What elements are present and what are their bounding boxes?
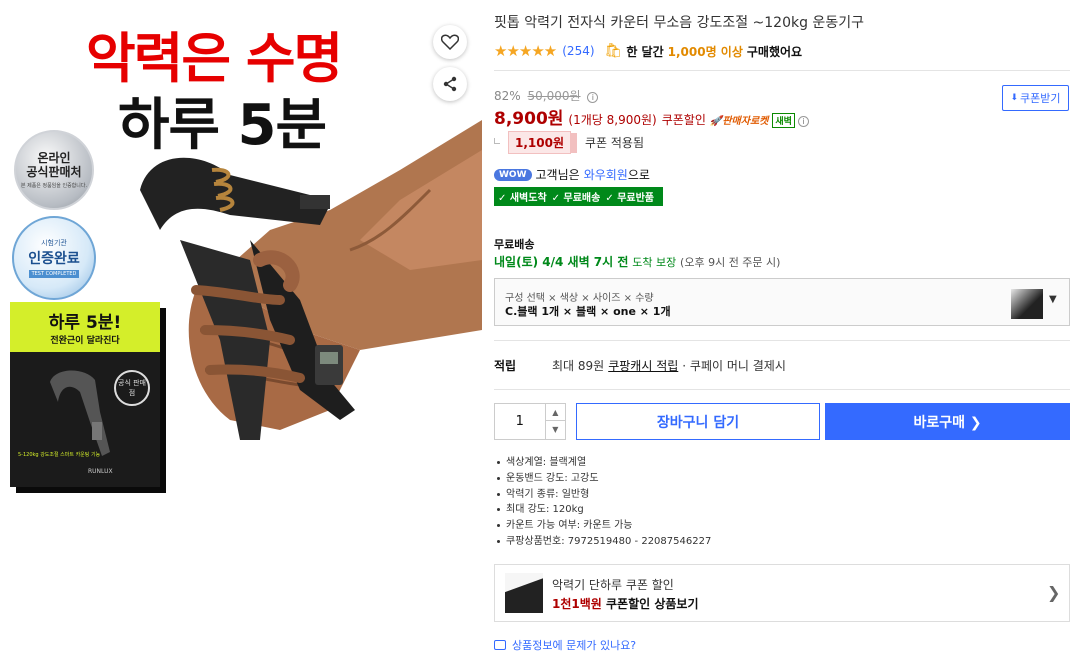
coupon-promo-banner[interactable]: 악력기 단하루 쿠폰 할인 1천1백원 쿠폰할인 상품보기 ❯ [494,564,1070,622]
dawn-delivery-badge: 새벽 [772,113,795,128]
official-badge-line1: 온라인 [37,151,71,165]
box-footnote: 5-120kg 강도조절 스마트 카운팅 기능 [18,452,101,458]
shipping-row: 내일(토) 4/4 새벽 7시 전 도착 보장 (오후 9시 전 주문 시) [494,253,780,270]
quantity-input[interactable]: 1 [495,404,546,439]
reward-amount: 최대 89원 [552,359,605,373]
promo-highlight: 1천1백원 [552,597,602,611]
divider [494,389,1070,390]
discount-rate: 82% [494,89,521,103]
product-title: 핏톱 악력기 전자식 카운터 무소음 강도조절 ~120kg 운동기구 [494,15,864,31]
promo-subtitle: 1천1백원 쿠폰할인 상품보기 [552,595,699,612]
benefit-free-shipping: ✓ 무료배송 [551,193,601,204]
share-icon [443,76,457,92]
certified-badge-top: 시험기관 [41,239,67,247]
original-price: 50,000원 [527,89,581,103]
divider [494,340,1070,341]
wow-member-link[interactable]: 와우회원 [584,166,628,183]
spec-item: 쿠팡상품번호: 7972519480 - 22087546227 [494,534,711,550]
info-icon[interactable]: i [797,116,809,127]
shipping-guarantee: 도착 보장 [632,256,677,269]
reward-label: 적립 [494,359,517,373]
shopping-bag-icon: 🛍 [604,43,623,59]
get-coupon-button[interactable]: ⬇ 쿠폰받기 [1002,85,1069,111]
report-issue-label: 상품정보에 문제가 있나요? [512,639,637,652]
coupon-chip-tail [571,132,577,153]
quantity-down-icon[interactable]: ▼ [546,421,565,438]
spec-item: 운동밴드 강도: 고강도 [494,471,711,487]
rating-row: ★★★★★ (254) 🛍 한 달간 1,000명 이상 구매했어요 [494,42,802,60]
promo-title: 악력기 단하루 쿠폰 할인 [552,578,674,592]
wishlist-button[interactable] [433,25,467,59]
report-issue-link[interactable]: 상품정보에 문제가 있나요? [494,637,636,653]
spec-list: 색상계열: 블랙계열 운동밴드 강도: 고강도 악력기 종류: 일반형 최대 강… [494,455,711,550]
wow-badge: WOW [494,168,532,181]
buy-now-button[interactable]: 바로구매 ❯ [825,403,1070,440]
coupon-applied-text: 쿠폰 적용됨 [585,136,645,150]
caret-down-icon: ▼ [1049,294,1057,305]
price-row: 8,900원 (1개당 8,900원) 쿠폰할인 🚀판매자로켓 새벽 i [494,104,809,129]
shipping-date: 내일(토) 4/4 새벽 7시 전 [494,255,629,269]
product-main-image[interactable]: 악력은 수명 하루 5분 온라인 공식판매처 본 제품은 정품임을 인증합니다.… [0,0,482,500]
box-subline: 전완근이 달라진다 [50,336,120,346]
option-value: C.블랙 1개 × 블랙 × one × 1개 [505,305,671,318]
unit-price: (1개당 8,900원) [568,113,657,127]
spec-item: 카운트 가능 여부: 카운트 가능 [494,518,711,534]
reward-row: 적립 최대 89원 쿠팡캐시 적립 · 쿠페이 머니 결제시 [494,357,1070,374]
quantity-up-icon[interactable]: ▲ [545,404,565,421]
sold-prefix: 한 달간 [626,44,664,59]
official-badge-small: 본 제품은 정품임을 인증합니다. [20,183,88,189]
wow-text-suffix: 으로 [627,168,650,182]
discount-row: 82% 50,000원 i [494,87,599,104]
rating-stars: ★★★★★ [494,42,557,60]
seller-rocket-label: 판매자로켓 [722,116,769,127]
option-thumbnail [1011,289,1043,319]
wow-text-prefix: 고객님은 [535,168,580,182]
seller-rocket-badge: 🚀판매자로켓 [709,116,769,127]
coupon-discount-label: 쿠폰할인 [661,113,706,127]
get-coupon-label: 쿠폰받기 [1020,92,1061,105]
certified-badge-main: 인증완료 [28,251,80,267]
heart-icon [441,34,459,50]
shipping-cutoff: (오후 9시 전 주문 시) [680,256,781,269]
spec-item: 최대 강도: 120kg [494,502,711,518]
spec-item: 악력기 종류: 일반형 [494,487,711,503]
spec-item: 색상계열: 블랙계열 [494,455,711,471]
share-button[interactable] [433,67,467,101]
box-seal: 공식 판매점 [114,370,150,406]
coupon-applied-row: 1,100원 쿠폰 적용됨 [494,131,644,154]
certified-badge: 시험기관 인증완료 TEST COMPLETED [12,216,96,300]
hero-headline-black: 하루 5분 [118,93,327,158]
wow-benefits: ✓ 새벽도착 ✓ 무료배송 ✓ 무료반품 [494,187,664,206]
chevron-right-icon: ❯ [1047,583,1061,602]
promo-thumbnail [505,573,543,613]
box-brand: RUNLUX [88,468,113,475]
elbow-connector [494,137,500,144]
benefit-free-return: ✓ 무료반품 [605,193,655,204]
product-package-box: 하루 5분! 전완근이 달라진다 공식 판매점 5-120kg 강도조절 스마트… [10,302,160,487]
promo-tail: 쿠폰할인 상품보기 [606,597,699,611]
box-headline: 하루 5분! [48,313,122,333]
sale-price: 8,900원 [494,109,564,129]
download-icon: ⬇ [1010,93,1019,103]
review-count-link[interactable]: (254) [562,44,594,58]
sold-suffix: 구매했어요 [746,44,803,59]
quantity-stepper: 1 ▲ ▼ [494,403,566,440]
chat-icon [494,640,506,650]
wow-member-row: WOW 고객님은 와우회원 으로 [494,166,650,183]
reward-tail: · 쿠페이 머니 결제시 [682,359,786,373]
option-selector[interactable]: 구성 선택 × 색상 × 사이즈 × 수량 C.블랙 1개 × 블랙 × one… [494,278,1070,326]
option-label: 구성 선택 × 색상 × 사이즈 × 수량 [505,293,654,304]
shipping-title: 무료배송 [494,238,535,251]
coupon-amount-chip: 1,100원 [508,131,571,154]
benefit-dawn-delivery: ✓ 새벽도착 [498,193,547,204]
official-seller-badge: 온라인 공식판매처 본 제품은 정품임을 인증합니다. [14,130,94,210]
info-icon[interactable]: i [587,92,599,103]
official-badge-line2: 공식판매처 [26,165,82,179]
certified-badge-ribbon: TEST COMPLETED [28,270,80,278]
add-to-cart-button[interactable]: 장바구니 담기 [576,403,820,440]
coupang-cash-link[interactable]: 쿠팡캐시 적립 [608,357,678,374]
divider [494,70,1070,71]
sold-highlight: 1,000명 이상 [667,44,743,59]
